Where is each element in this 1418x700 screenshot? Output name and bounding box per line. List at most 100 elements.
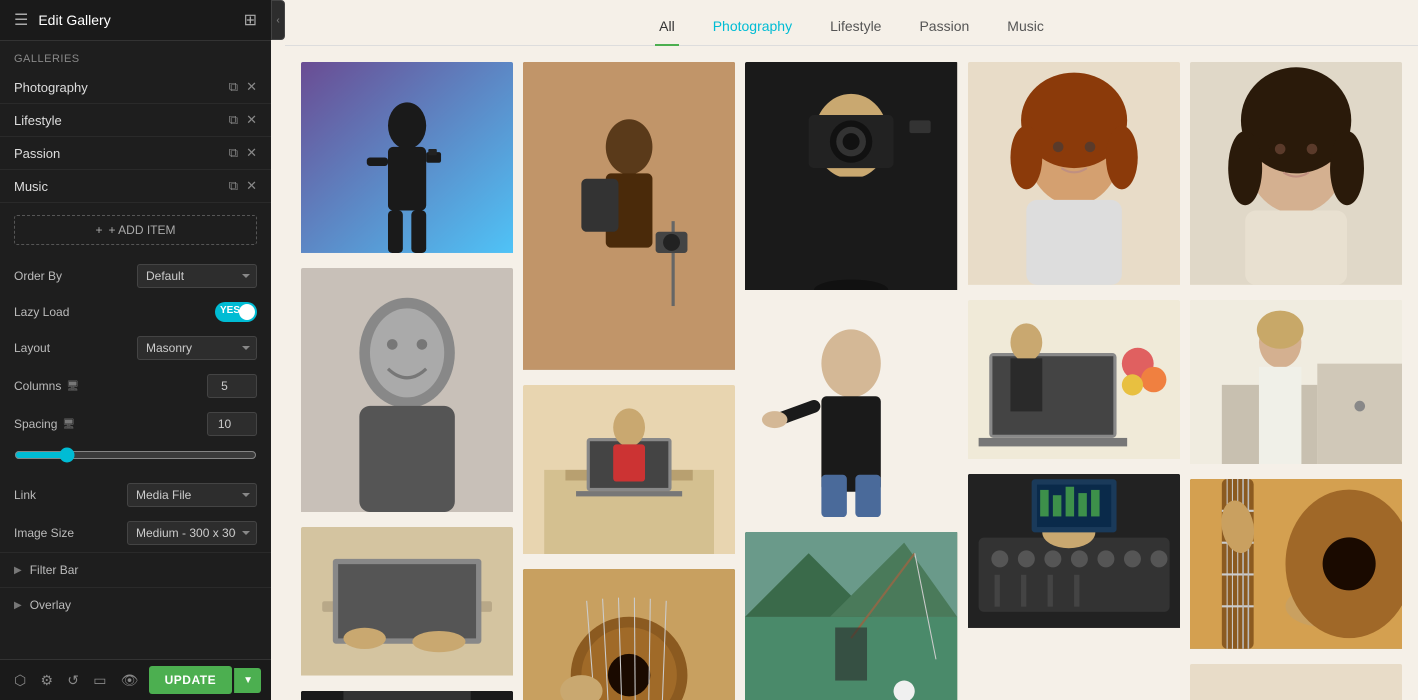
layout-label: Layout xyxy=(14,341,50,355)
photo-cell[interactable] xyxy=(968,474,1180,633)
photo-cell[interactable] xyxy=(745,532,957,700)
masonry-col-1 xyxy=(301,62,513,700)
gallery-item-photography[interactable]: Photography ⧉ ✕ xyxy=(0,71,271,104)
photo-cell[interactable] xyxy=(301,268,513,517)
gallery-image xyxy=(523,385,735,555)
columns-row: Columns 🖥 xyxy=(0,367,271,405)
settings-icon[interactable]: ⚙ xyxy=(36,668,57,693)
photo-cell[interactable] xyxy=(301,691,513,700)
order-by-select[interactable]: Default Random Title Date xyxy=(137,264,257,288)
gallery-image xyxy=(301,62,513,253)
gallery-item-name: Photography xyxy=(14,80,88,95)
toggle-thumb xyxy=(239,304,255,320)
photo-cell[interactable] xyxy=(301,62,513,258)
filter-bar-section[interactable]: ▶ Filter Bar xyxy=(0,552,271,587)
gallery-item-name: Music xyxy=(14,179,48,194)
hamburger-icon[interactable]: ☰ xyxy=(14,10,28,30)
spacing-slider[interactable] xyxy=(14,447,257,463)
columns-input[interactable] xyxy=(207,374,257,398)
collapse-handle[interactable]: ‹ xyxy=(271,0,285,40)
gallery-image xyxy=(1190,300,1402,464)
spacing-row: Spacing 🖥 xyxy=(0,405,271,443)
image-size-select[interactable]: Medium - 300 x 300 Large Full xyxy=(127,521,257,545)
copy-icon[interactable]: ⧉ xyxy=(229,178,238,194)
main-content: All Photography Lifestyle Passion Music xyxy=(285,0,1418,700)
gallery-image xyxy=(523,62,735,370)
gallery-item-actions: ⧉ ✕ xyxy=(229,178,257,194)
gallery-item-music[interactable]: Music ⧉ ✕ xyxy=(0,170,271,203)
grid-icon[interactable]: ⊞ xyxy=(244,10,257,30)
gallery-item-passion[interactable]: Passion ⧉ ✕ xyxy=(0,137,271,170)
image-size-label: Image Size xyxy=(14,526,74,540)
tab-all[interactable]: All xyxy=(655,12,679,46)
photo-cell[interactable] xyxy=(523,385,735,560)
gallery-image xyxy=(301,691,513,700)
photo-cell[interactable] xyxy=(968,62,1180,290)
tab-bar: All Photography Lifestyle Passion Music xyxy=(285,0,1418,46)
square-icon[interactable]: ▭ xyxy=(89,668,110,693)
copy-icon[interactable]: ⧉ xyxy=(229,145,238,161)
photo-cell[interactable] xyxy=(745,305,957,522)
link-select[interactable]: Media File Attachment Page None xyxy=(127,483,257,507)
tab-music[interactable]: Music xyxy=(1003,12,1048,46)
gallery-image xyxy=(301,527,513,676)
photo-cell[interactable] xyxy=(745,62,957,295)
copy-icon[interactable]: ⧉ xyxy=(229,79,238,95)
sidebar-footer: ⬡ ⚙ ↺ ▭ 👁 UPDATE ▼ xyxy=(0,659,271,700)
filter-bar-label: Filter Bar xyxy=(30,563,79,577)
monitor-icon: 🖥 xyxy=(66,381,79,392)
delete-icon[interactable]: ✕ xyxy=(246,145,257,161)
eye-icon[interactable]: 👁 xyxy=(117,668,143,693)
masonry-col-4 xyxy=(968,62,1180,633)
gallery-image xyxy=(968,62,1180,285)
link-label: Link xyxy=(14,488,36,502)
photo-cell[interactable] xyxy=(523,62,735,375)
photo-cell[interactable] xyxy=(523,569,735,700)
layout-row: Layout Masonry Grid Justified Slider xyxy=(0,329,271,367)
sidebar-header: ☰ Edit Gallery ⊞ xyxy=(0,0,271,41)
photo-cell[interactable] xyxy=(1190,479,1402,654)
gallery-image xyxy=(301,268,513,512)
image-size-row: Image Size Medium - 300 x 300 Large Full xyxy=(0,514,271,552)
gallery-image xyxy=(745,532,957,700)
add-item-button[interactable]: + + ADD ITEM xyxy=(14,215,257,245)
gallery-area xyxy=(285,46,1418,700)
update-button[interactable]: UPDATE xyxy=(149,666,232,694)
columns-label-text: Columns xyxy=(14,379,61,393)
plus-icon: + xyxy=(95,223,102,237)
update-dropdown-button[interactable]: ▼ xyxy=(234,668,261,693)
photo-cell[interactable] xyxy=(301,527,513,681)
tab-photography[interactable]: Photography xyxy=(709,12,796,46)
delete-icon[interactable]: ✕ xyxy=(246,178,257,194)
lazy-load-toggle[interactable]: YES xyxy=(215,302,257,322)
gallery-image xyxy=(1190,664,1402,700)
tab-passion[interactable]: Passion xyxy=(915,12,973,46)
undo-icon[interactable]: ↺ xyxy=(63,668,83,693)
gallery-item-lifestyle[interactable]: Lifestyle ⧉ ✕ xyxy=(0,104,271,137)
masonry-grid xyxy=(301,62,1402,700)
gallery-image xyxy=(745,62,957,290)
photo-cell[interactable] xyxy=(968,300,1180,464)
gallery-item-name: Lifestyle xyxy=(14,113,62,128)
tab-lifestyle[interactable]: Lifestyle xyxy=(826,12,885,46)
copy-icon[interactable]: ⧉ xyxy=(229,112,238,128)
layers-icon[interactable]: ⬡ xyxy=(10,668,30,693)
delete-icon[interactable]: ✕ xyxy=(246,112,257,128)
spacing-label-text: Spacing xyxy=(14,417,57,431)
gallery-item-actions: ⧉ ✕ xyxy=(229,145,257,161)
gallery-image xyxy=(968,300,1180,459)
order-by-label: Order By xyxy=(14,269,62,283)
layout-select[interactable]: Masonry Grid Justified Slider xyxy=(137,336,257,360)
spacing-label: Spacing 🖥 xyxy=(14,417,75,431)
gallery-image xyxy=(1190,62,1402,285)
gallery-item-name: Passion xyxy=(14,146,60,161)
masonry-col-3 xyxy=(745,62,957,700)
photo-cell[interactable] xyxy=(1190,62,1402,290)
add-item-label: + ADD ITEM xyxy=(109,223,176,237)
photo-cell[interactable] xyxy=(1190,664,1402,700)
delete-icon[interactable]: ✕ xyxy=(246,79,257,95)
spacing-input[interactable] xyxy=(207,412,257,436)
sidebar: ☰ Edit Gallery ⊞ Galleries Photography ⧉… xyxy=(0,0,271,700)
overlay-section[interactable]: ▶ Overlay xyxy=(0,587,271,622)
photo-cell[interactable] xyxy=(1190,300,1402,469)
